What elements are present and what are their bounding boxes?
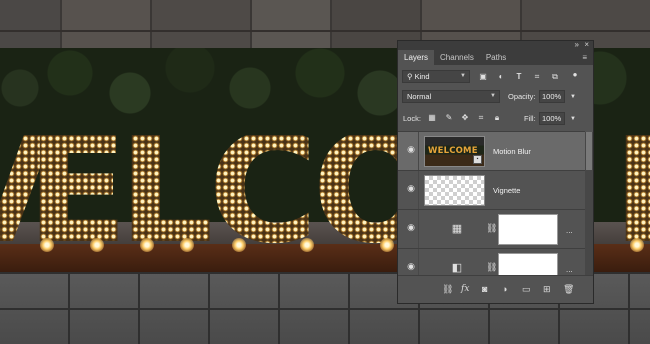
filter-kind-select[interactable]: ⚲ Kind ▼: [402, 70, 470, 83]
eye-icon[interactable]: ◉: [405, 184, 417, 193]
more-indicator: ...: [566, 265, 573, 274]
fx-icon[interactable]: fx: [461, 284, 469, 294]
type-filter-icon[interactable]: T: [514, 72, 524, 82]
layer-name[interactable]: Vignette: [493, 186, 520, 195]
fill-label: Fill:: [524, 114, 536, 123]
filter-row: ⚲ Kind ▼ ▣ ◐ T ⌗ ⧉ ●: [398, 68, 593, 84]
image-filter-icon[interactable]: ▣: [478, 72, 488, 82]
light-glow: [380, 238, 394, 252]
layer-mask-thumbnail[interactable]: [498, 253, 558, 275]
layer-thumbnail: WELCOME ▪: [424, 136, 485, 167]
lock-row: Lock: ▦ ✎ ✥ ⌗ 🔒︎ Fill: 100% ▼: [398, 110, 593, 126]
wall-seam: [0, 30, 650, 32]
scrollbar-thumb[interactable]: [586, 132, 592, 170]
marquee-letter: L: [118, 135, 214, 247]
layers-panel: » × Layers Channels Paths ≡ ⚲ Kind ▼ ▣ ◐…: [397, 40, 594, 304]
marquee-letter: C: [208, 135, 319, 247]
layer-row-vignette[interactable]: ◉ Vignette: [398, 170, 585, 209]
light-glow: [140, 238, 154, 252]
eye-icon[interactable]: ◉: [405, 145, 417, 154]
divider: [418, 171, 419, 209]
light-glow: [232, 238, 246, 252]
lock-label: Lock:: [403, 114, 421, 123]
tab-channels[interactable]: Channels: [434, 50, 480, 65]
blend-mode-select[interactable]: Normal ▼: [402, 90, 500, 103]
pattern-fill-icon: ▦: [451, 223, 463, 235]
panel-title-bar[interactable]: » ×: [398, 40, 593, 50]
adjustment-layer-icon[interactable]: ◑: [502, 284, 507, 294]
layer-thumbnail: [424, 175, 485, 206]
link-layers-icon[interactable]: ⛓: [442, 284, 453, 295]
layer-row-motion-blur[interactable]: ◉ WELCOME ▪ Motion Blur: [398, 131, 585, 170]
divider: [418, 249, 419, 275]
opacity-chevron-icon[interactable]: ▼: [568, 92, 578, 102]
marquee-letter: E: [26, 135, 129, 247]
layer-name[interactable]: Motion Blur: [493, 147, 531, 156]
thumbnail-text: WELCOME: [428, 146, 478, 156]
fill-chevron-icon[interactable]: ▼: [568, 114, 578, 124]
layer-row-gradient-adjustment[interactable]: ◉ ◧ ⛓ ...: [398, 248, 585, 275]
chain-link-icon[interactable]: ⛓: [486, 223, 497, 234]
chevron-down-icon: ▼: [460, 73, 466, 79]
panel-menu-icon[interactable]: ≡: [582, 50, 587, 65]
eye-icon[interactable]: ◉: [405, 262, 417, 271]
divider: [418, 210, 419, 248]
shape-filter-icon[interactable]: ⌗: [532, 72, 542, 82]
blend-mode-value: Normal: [407, 92, 432, 101]
light-glow: [630, 238, 644, 252]
filter-kind-value: Kind: [414, 72, 430, 81]
lock-all-icon[interactable]: 🔒︎: [492, 113, 502, 123]
opacity-label: Opacity:: [508, 92, 536, 101]
adjustment-filter-icon[interactable]: ◐: [496, 72, 506, 82]
chevron-down-icon: ▼: [490, 93, 496, 99]
light-glow: [180, 238, 194, 252]
add-mask-icon[interactable]: ◙: [482, 284, 487, 294]
divider: [418, 132, 419, 170]
tab-layers[interactable]: Layers: [398, 50, 435, 65]
chain-link-icon[interactable]: ⛓: [486, 262, 497, 273]
panel-tabs: Layers Channels Paths ≡: [398, 50, 593, 65]
layers-scrollbar[interactable]: [585, 132, 593, 275]
eye-icon[interactable]: ◉: [405, 223, 417, 232]
filter-toggle-icon[interactable]: ●: [570, 70, 580, 80]
smart-object-badge-icon: ▪: [473, 155, 482, 164]
close-icon[interactable]: ×: [584, 40, 589, 49]
trash-icon[interactable]: 🗑︎: [563, 284, 574, 295]
tab-paths[interactable]: Paths: [480, 50, 512, 65]
lock-transparent-icon[interactable]: ▦: [427, 113, 437, 123]
new-group-icon[interactable]: ▭: [522, 284, 531, 295]
search-icon: ⚲: [407, 72, 415, 81]
new-layer-icon[interactable]: ⊞: [543, 284, 551, 295]
layers-bottom-toolbar: ⛓ fx ◙ ◑ ▭ ⊞ 🗑︎: [398, 275, 593, 304]
lock-artboard-icon[interactable]: ⌗: [476, 113, 486, 123]
fill-input[interactable]: 100%: [539, 112, 565, 125]
blend-row: Normal ▼ Opacity: 100% ▼: [398, 88, 593, 104]
light-glow: [90, 238, 104, 252]
marquee-letter: E: [612, 135, 650, 247]
light-glow: [40, 238, 54, 252]
smart-object-filter-icon[interactable]: ⧉: [550, 72, 560, 82]
layer-mask-thumbnail[interactable]: [498, 214, 558, 245]
lock-image-icon[interactable]: ✎: [444, 113, 454, 123]
lock-position-icon[interactable]: ✥: [460, 113, 470, 123]
opacity-input[interactable]: 100%: [539, 90, 565, 103]
layer-row-pattern-adjustment[interactable]: ◉ ▦ ⛓ ...: [398, 209, 585, 248]
gradient-fill-icon: ◧: [451, 262, 463, 274]
more-indicator: ...: [566, 226, 573, 235]
collapse-icon[interactable]: »: [575, 40, 579, 49]
light-glow: [300, 238, 314, 252]
